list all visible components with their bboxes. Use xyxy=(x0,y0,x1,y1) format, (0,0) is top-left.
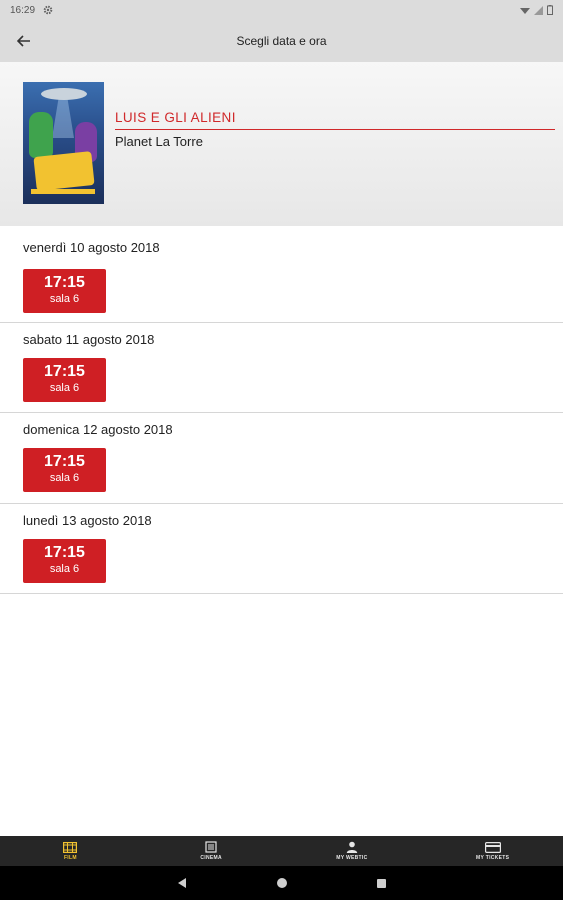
cinema-icon xyxy=(205,841,217,853)
showtime-time: 17:15 xyxy=(44,274,85,291)
day-label: lunedì 13 agosto 2018 xyxy=(23,513,152,528)
nav-item-my-tickets[interactable]: MY TICKETS xyxy=(422,836,563,866)
day-label: sabato 11 agosto 2018 xyxy=(23,332,155,347)
poster-logo xyxy=(33,151,95,191)
ticket-card-icon xyxy=(484,841,501,853)
battery-icon xyxy=(547,5,553,15)
day-section: lunedì 13 agosto 2018 17:15 sala 6 xyxy=(0,504,563,594)
showtime-time: 17:15 xyxy=(44,544,85,561)
day-label: venerdì 10 agosto 2018 xyxy=(23,240,160,255)
nav-label-cinema: CINEMA xyxy=(200,855,222,861)
movie-poster[interactable] xyxy=(23,82,104,204)
nav-item-cinema[interactable]: CINEMA xyxy=(141,836,282,866)
triangle-back-icon xyxy=(177,878,186,888)
showtime-time: 17:15 xyxy=(44,453,85,470)
system-back-button[interactable] xyxy=(167,868,197,898)
poster-alien xyxy=(29,112,53,158)
nav-label-my-webtic: MY WEBTIC xyxy=(336,855,368,861)
system-navigation-bar xyxy=(0,866,563,900)
day-section: sabato 11 agosto 2018 17:15 sala 6 xyxy=(0,323,563,413)
poster-strip xyxy=(31,189,95,194)
nav-item-my-webtic[interactable]: MY WEBTIC xyxy=(282,836,423,866)
title-divider xyxy=(115,129,555,130)
system-recents-button[interactable] xyxy=(367,868,397,898)
showtime-room: sala 6 xyxy=(49,293,80,305)
page-title: Scegli data e ora xyxy=(236,34,327,48)
showtime-button[interactable]: 17:15 sala 6 xyxy=(23,269,106,313)
showtime-room: sala 6 xyxy=(49,472,80,484)
settings-gear-icon xyxy=(43,5,53,15)
poster-ufo xyxy=(41,88,87,100)
showtime-room: sala 6 xyxy=(49,563,80,575)
day-section: venerdì 10 agosto 2018 17:15 sala 6 xyxy=(0,226,563,323)
square-recents-icon xyxy=(377,878,386,888)
poster-beam xyxy=(52,98,74,138)
showtime-button[interactable]: 17:15 sala 6 xyxy=(23,358,106,402)
circle-home-icon xyxy=(276,878,287,888)
showtime-time: 17:15 xyxy=(44,363,85,380)
arrow-back-icon xyxy=(17,35,30,47)
showtime-button[interactable]: 17:15 sala 6 xyxy=(23,539,106,583)
status-bar: 16:29 xyxy=(0,0,563,20)
app-bar: Scegli data e ora xyxy=(0,20,563,62)
day-label: domenica 12 agosto 2018 xyxy=(23,422,173,437)
film-icon xyxy=(63,841,78,853)
status-time: 16:29 xyxy=(10,4,36,16)
movie-header: LUIS E GLI ALIENI Planet La Torre xyxy=(0,62,563,226)
showtime-button[interactable]: 17:15 sala 6 xyxy=(23,448,106,492)
nav-label-my-tickets: MY TICKETS xyxy=(476,854,510,861)
day-section: domenica 12 agosto 2018 17:15 sala 6 xyxy=(0,413,563,504)
person-icon xyxy=(346,841,358,853)
bottom-nav: FILM CINEMA MY WEBTIC MY TICKETS xyxy=(0,836,563,866)
showtime-room: sala 6 xyxy=(49,382,80,394)
signal-icon xyxy=(534,5,543,15)
nav-item-film[interactable]: FILM xyxy=(0,836,141,866)
system-home-button[interactable] xyxy=(267,868,297,898)
back-button[interactable] xyxy=(0,20,48,62)
cinema-name: Planet La Torre xyxy=(115,134,203,149)
movie-title: LUIS E GLI ALIENI xyxy=(115,110,236,125)
wifi-icon xyxy=(520,7,530,14)
nav-label-film: FILM xyxy=(63,854,77,861)
